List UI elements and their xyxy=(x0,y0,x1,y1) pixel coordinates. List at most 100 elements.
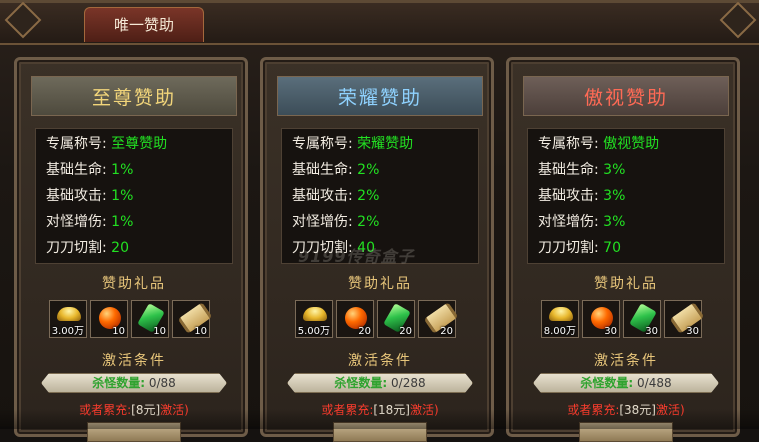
gift-slot-gold[interactable]: 5.00万 xyxy=(295,300,333,338)
stat-row-monster-dmg: 对怪增伤: 1% xyxy=(46,211,226,233)
stat-label: 基础生命: xyxy=(292,162,353,178)
gold-ingot-icon xyxy=(549,307,573,321)
stat-label: 对怪增伤: xyxy=(46,214,107,230)
gift-slot-jade[interactable]: 10 xyxy=(131,300,169,338)
corner-ornament-left xyxy=(4,1,42,39)
stat-row-cut: 刀刀切割: 20 xyxy=(46,237,226,259)
bottom-shadow xyxy=(0,409,759,429)
gift-count: 30 xyxy=(686,326,699,337)
card-title: 傲视赞助 xyxy=(523,76,729,116)
kill-label: 杀怪数量: xyxy=(580,376,634,390)
condition-title: 激活条件 xyxy=(348,353,412,369)
kill-label: 杀怪数量: xyxy=(92,376,146,390)
stat-value: 3% xyxy=(603,214,626,230)
gift-count: 20 xyxy=(358,326,371,337)
stat-label: 对怪增伤: xyxy=(292,214,353,230)
gift-slot-scroll[interactable]: 30 xyxy=(664,300,705,338)
sponsor-card-supreme: 至尊赞助 专属称号: 至尊赞助 基础生命: 1% 基础攻击: 1% 对怪增伤: … xyxy=(14,57,248,442)
gift-count: 20 xyxy=(399,326,412,337)
stat-value: 至尊赞助 xyxy=(111,136,168,152)
gift-slot-gold[interactable]: 8.00万 xyxy=(541,300,579,338)
stat-value: 2% xyxy=(357,214,380,230)
gift-count: 10 xyxy=(112,326,125,337)
gift-count: 5.00万 xyxy=(297,326,330,337)
gift-slot-jade[interactable]: 20 xyxy=(377,300,415,338)
corner-ornament-right xyxy=(719,1,757,39)
stat-value: 2% xyxy=(357,188,380,204)
stat-value: 70 xyxy=(603,240,621,256)
stat-label: 对怪增伤: xyxy=(538,214,599,230)
stat-row-attack: 基础攻击: 1% xyxy=(46,185,226,207)
stat-label: 专属称号: xyxy=(46,136,107,152)
gold-ingot-icon xyxy=(303,307,327,321)
stat-value: 1% xyxy=(111,188,134,204)
stat-value: 1% xyxy=(111,214,134,230)
gift-slot-scroll[interactable]: 20 xyxy=(418,300,459,338)
stat-row-attack: 基础攻击: 3% xyxy=(538,185,718,207)
gift-count: 8.00万 xyxy=(543,326,576,337)
gift-count: 3.00万 xyxy=(51,326,84,337)
stat-value: 1% xyxy=(111,162,134,178)
gift-list: 3.00万 10 10 10 xyxy=(49,300,213,340)
gift-slot-orb[interactable]: 10 xyxy=(90,300,128,338)
stat-row-title: 专属称号: 荣耀赞助 xyxy=(292,133,472,155)
watermark: 9199传奇盒子 xyxy=(298,247,415,266)
gift-slot-gold[interactable]: 3.00万 xyxy=(49,300,87,338)
gift-count: 30 xyxy=(604,326,617,337)
stat-value: 3% xyxy=(603,162,626,178)
kill-value: 0/288 xyxy=(391,376,426,390)
stat-row-attack: 基础攻击: 2% xyxy=(292,185,472,207)
stat-row-hp: 基础生命: 3% xyxy=(538,159,718,181)
stat-row-hp: 基础生命: 2% xyxy=(292,159,472,181)
gift-list: 8.00万 30 30 30 xyxy=(541,300,705,340)
stats-panel: 专属称号: 傲视赞助 基础生命: 3% 基础攻击: 3% 对怪增伤: 3% 刀刀… xyxy=(527,128,725,264)
gift-title: 赞助礼品 xyxy=(594,276,658,292)
condition-title: 激活条件 xyxy=(102,353,166,369)
title-bar: 唯一赞助 xyxy=(0,1,759,45)
kill-value: 0/488 xyxy=(637,376,672,390)
sponsor-card-proud: 傲视赞助 专属称号: 傲视赞助 基础生命: 3% 基础攻击: 3% 对怪增伤: … xyxy=(506,57,740,442)
stat-value: 20 xyxy=(111,240,129,256)
condition-title: 激活条件 xyxy=(594,353,658,369)
stat-row-monster-dmg: 对怪增伤: 3% xyxy=(538,211,718,233)
stat-label: 专属称号: xyxy=(538,136,599,152)
stat-label: 基础攻击: xyxy=(46,188,107,204)
stat-label: 基础攻击: xyxy=(538,188,599,204)
stat-row-cut: 刀刀切割: 70 xyxy=(538,237,718,259)
gift-slot-scroll[interactable]: 10 xyxy=(172,300,213,338)
stat-value: 傲视赞助 xyxy=(603,136,660,152)
gift-count: 10 xyxy=(194,326,207,337)
gift-slot-jade[interactable]: 30 xyxy=(623,300,661,338)
stat-label: 基础生命: xyxy=(46,162,107,178)
sponsor-window: 唯一赞助 至尊赞助 专属称号: 至尊赞助 基础生命: 1% 基础攻击: 1% 对… xyxy=(0,0,759,442)
card-title: 至尊赞助 xyxy=(31,76,237,116)
stat-label: 刀刀切割: xyxy=(538,240,599,256)
stat-value: 3% xyxy=(603,188,626,204)
gift-count: 30 xyxy=(645,326,658,337)
gift-list: 5.00万 20 20 20 xyxy=(295,300,459,340)
gift-title: 赞助礼品 xyxy=(102,276,166,292)
kill-progress-bar: 杀怪数量: 0/488 xyxy=(533,373,719,393)
kill-progress-bar: 杀怪数量: 0/88 xyxy=(41,373,227,393)
stat-row-hp: 基础生命: 1% xyxy=(46,159,226,181)
stat-label: 刀刀切割: xyxy=(46,240,107,256)
kill-label: 杀怪数量: xyxy=(334,376,388,390)
stat-label: 专属称号: xyxy=(292,136,353,152)
stat-label: 基础攻击: xyxy=(292,188,353,204)
stat-value: 2% xyxy=(357,162,380,178)
gift-count: 20 xyxy=(440,326,453,337)
kill-progress-bar: 杀怪数量: 0/288 xyxy=(287,373,473,393)
stat-row-title: 专属称号: 至尊赞助 xyxy=(46,133,226,155)
gift-count: 10 xyxy=(153,326,166,337)
gift-slot-orb[interactable]: 30 xyxy=(582,300,620,338)
stat-value: 荣耀赞助 xyxy=(357,136,414,152)
kill-value: 0/88 xyxy=(148,376,176,390)
stat-row-title: 专属称号: 傲视赞助 xyxy=(538,133,718,155)
gift-slot-orb[interactable]: 20 xyxy=(336,300,374,338)
stat-label: 基础生命: xyxy=(538,162,599,178)
tab-unique-sponsor[interactable]: 唯一赞助 xyxy=(84,7,204,42)
stat-row-monster-dmg: 对怪增伤: 2% xyxy=(292,211,472,233)
gold-ingot-icon xyxy=(57,307,81,321)
gift-title: 赞助礼品 xyxy=(348,276,412,292)
stats-panel: 专属称号: 至尊赞助 基础生命: 1% 基础攻击: 1% 对怪增伤: 1% 刀刀… xyxy=(35,128,233,264)
